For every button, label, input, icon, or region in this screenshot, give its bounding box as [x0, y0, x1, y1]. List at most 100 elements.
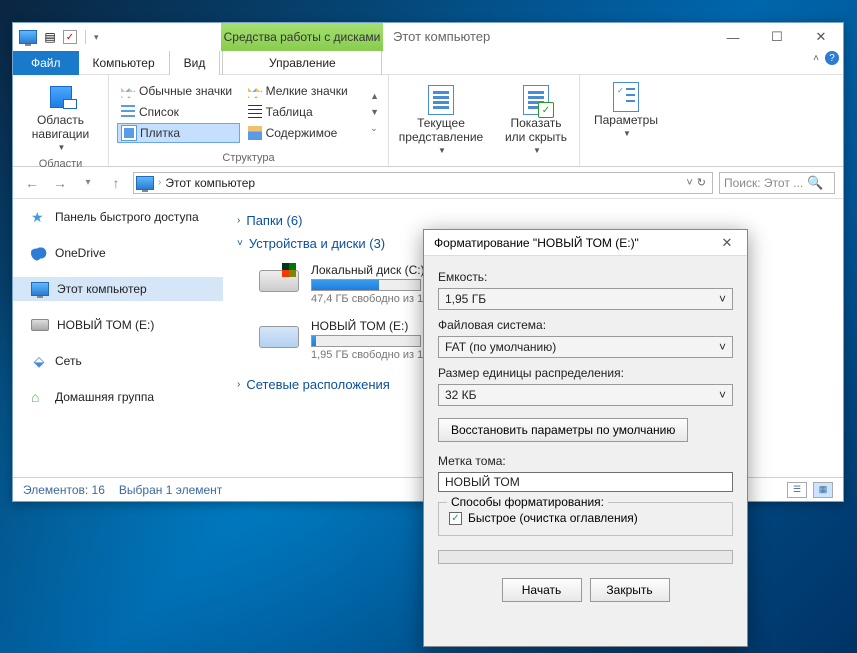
quick-format-checkbox[interactable]: ✓ Быстрое (очистка оглавления) [449, 511, 722, 525]
qat-dropdown[interactable]: ▾ [94, 32, 99, 43]
show-hide-button[interactable]: Показать или скрыть ▼ [493, 75, 579, 166]
gallery-up-icon[interactable]: ▲ [370, 91, 380, 101]
small-icons-icon [248, 84, 262, 98]
view-table[interactable]: Таблица [244, 102, 367, 122]
network-icon: ⬙ [31, 353, 47, 369]
recent-dropdown[interactable]: ▾ [77, 172, 99, 194]
start-button[interactable]: Начать [502, 578, 582, 602]
nav-quick-access[interactable]: ★Панель быстрого доступа [13, 205, 223, 229]
progress-bar [438, 550, 733, 564]
format-dialog: Форматирование "НОВЫЙ ТОМ (E:)" ✕ Емкост… [423, 229, 748, 647]
show-hide-label: Показать или скрыть [501, 116, 571, 144]
nav-this-pc[interactable]: Этот компьютер [13, 277, 223, 301]
window-title: Этот компьютер [393, 23, 490, 51]
menu-computer[interactable]: Компьютер [79, 51, 169, 75]
list-icon [121, 105, 135, 119]
view-small-icons[interactable]: Мелкие значки [244, 81, 367, 101]
search-placeholder: Поиск: Этот ... [724, 176, 803, 190]
quick-format-label: Быстрое (очистка оглавления) [468, 511, 638, 525]
search-icon: 🔍 [807, 175, 823, 191]
filesystem-label: Файловая система: [438, 318, 733, 332]
filesystem-select[interactable]: FAT (по умолчанию)˅ [438, 336, 733, 358]
computer-icon [31, 282, 49, 296]
drive-free-text: 47,4 ГБ свободно из 1 [311, 293, 425, 305]
chevron-right-icon: › [237, 215, 240, 226]
allocation-select[interactable]: 32 КБ˅ [438, 384, 733, 406]
back-button[interactable]: ← [21, 172, 43, 194]
chevron-down-icon: ˅ [719, 388, 726, 402]
homegroup-icon: ⌂ [31, 389, 47, 405]
qat-checkbox[interactable]: ✓ [63, 30, 77, 44]
gallery-down-icon[interactable]: ▼ [370, 107, 380, 117]
menu-file[interactable]: Файл [13, 51, 79, 75]
params-button[interactable]: Параметры ▼ [586, 79, 666, 142]
address-text: Этот компьютер [165, 176, 682, 190]
app-icon [19, 28, 37, 46]
normal-icons-icon [121, 84, 135, 98]
contextual-tab-disktools: Средства работы с дисками [221, 23, 383, 51]
refresh-icon[interactable]: ↻ [697, 176, 706, 189]
navigation-pane: ★Панель быстрого доступа OneDrive Этот к… [13, 199, 223, 477]
nav-homegroup[interactable]: ⌂Домашняя группа [13, 385, 223, 409]
chevron-down-icon: ▼ [623, 129, 631, 138]
chevron-down-icon: ▼ [533, 146, 541, 155]
checkbox-icon: ✓ [449, 512, 462, 525]
address-dropdown-icon[interactable]: ˅ [686, 177, 692, 189]
titlebar[interactable]: ▤ ✓ ▾ Средства работы с дисками Этот ком… [13, 23, 843, 51]
menu-manage[interactable]: Управление [222, 51, 382, 75]
content-icon [248, 126, 262, 140]
current-view-icon [428, 85, 454, 115]
address-field[interactable]: › Этот компьютер ˅ ↻ [133, 172, 713, 194]
current-view-button[interactable]: Текущее представление ▼ [389, 75, 493, 166]
capacity-select[interactable]: 1,95 ГБ˅ [438, 288, 733, 310]
close-button[interactable]: Закрыть [590, 578, 670, 602]
drive-free-text: 1,95 ГБ свободно из 1, [311, 349, 426, 361]
menu-view[interactable]: Вид [169, 51, 221, 75]
help-icon[interactable]: ? [825, 51, 839, 65]
chevron-down-icon: ˅ [719, 292, 726, 306]
show-hide-icon [523, 85, 549, 115]
view-details-button[interactable]: ☰ [787, 482, 807, 498]
volume-input[interactable]: НОВЫЙ ТОМ [438, 472, 733, 492]
current-view-label: Текущее представление [397, 116, 485, 144]
chevron-down-icon: ▼ [58, 143, 66, 152]
params-icon [613, 82, 639, 112]
format-options-label: Способы форматирования: [447, 495, 608, 509]
view-normal-icons[interactable]: Обычные значки [117, 81, 240, 101]
nav-onedrive[interactable]: OneDrive [13, 241, 223, 265]
maximize-button[interactable]: ☐ [755, 23, 799, 51]
onedrive-icon [31, 245, 47, 261]
view-list[interactable]: Список [117, 102, 240, 122]
nav-network[interactable]: ⬙Сеть [13, 349, 223, 373]
nav-new-volume[interactable]: НОВЫЙ ТОМ (E:) [13, 313, 223, 337]
ribbon-collapse-icon[interactable]: ˄ [813, 53, 819, 64]
dialog-title-text: Форматирование "НОВЫЙ ТОМ (E:)" [434, 236, 639, 250]
ribbon: Область навигации ▼ Области Обычные знач… [13, 75, 843, 167]
restore-defaults-button[interactable]: Восстановить параметры по умолчанию [438, 418, 688, 442]
up-button[interactable]: ↑ [105, 172, 127, 194]
forward-button[interactable]: → [49, 172, 71, 194]
qat-properties-icon[interactable]: ▤ [41, 28, 59, 46]
dialog-close-button[interactable]: ✕ [713, 233, 741, 253]
dialog-titlebar[interactable]: Форматирование "НОВЫЙ ТОМ (E:)" ✕ [424, 230, 747, 256]
close-button[interactable]: ✕ [799, 23, 843, 51]
search-field[interactable]: Поиск: Этот ... 🔍 [719, 172, 835, 194]
chevron-down-icon: ˅ [237, 238, 243, 249]
windows-logo-icon [282, 263, 296, 277]
computer-icon [136, 176, 154, 190]
view-large-button[interactable]: ▦ [813, 482, 833, 498]
view-content[interactable]: Содержимое [244, 123, 367, 143]
gallery-more-icon[interactable]: ⌄ [370, 123, 380, 134]
nav-pane-icon [50, 86, 72, 108]
separator [85, 30, 86, 44]
view-tile[interactable]: Плитка [117, 123, 240, 143]
section-folders[interactable]: ›Папки (6) [237, 213, 829, 228]
address-bar: ← → ▾ ↑ › Этот компьютер ˅ ↻ Поиск: Этот… [13, 167, 843, 199]
drive-capacity-bar [311, 279, 421, 291]
nav-pane-button[interactable]: Область навигации ▼ [19, 79, 102, 156]
minimize-button[interactable]: — [711, 23, 755, 51]
chevron-right-icon: › [158, 177, 161, 188]
drive-capacity-bar [311, 335, 421, 347]
volume-label: Метка тома: [438, 454, 733, 468]
chevron-down-icon: ˅ [719, 340, 726, 354]
